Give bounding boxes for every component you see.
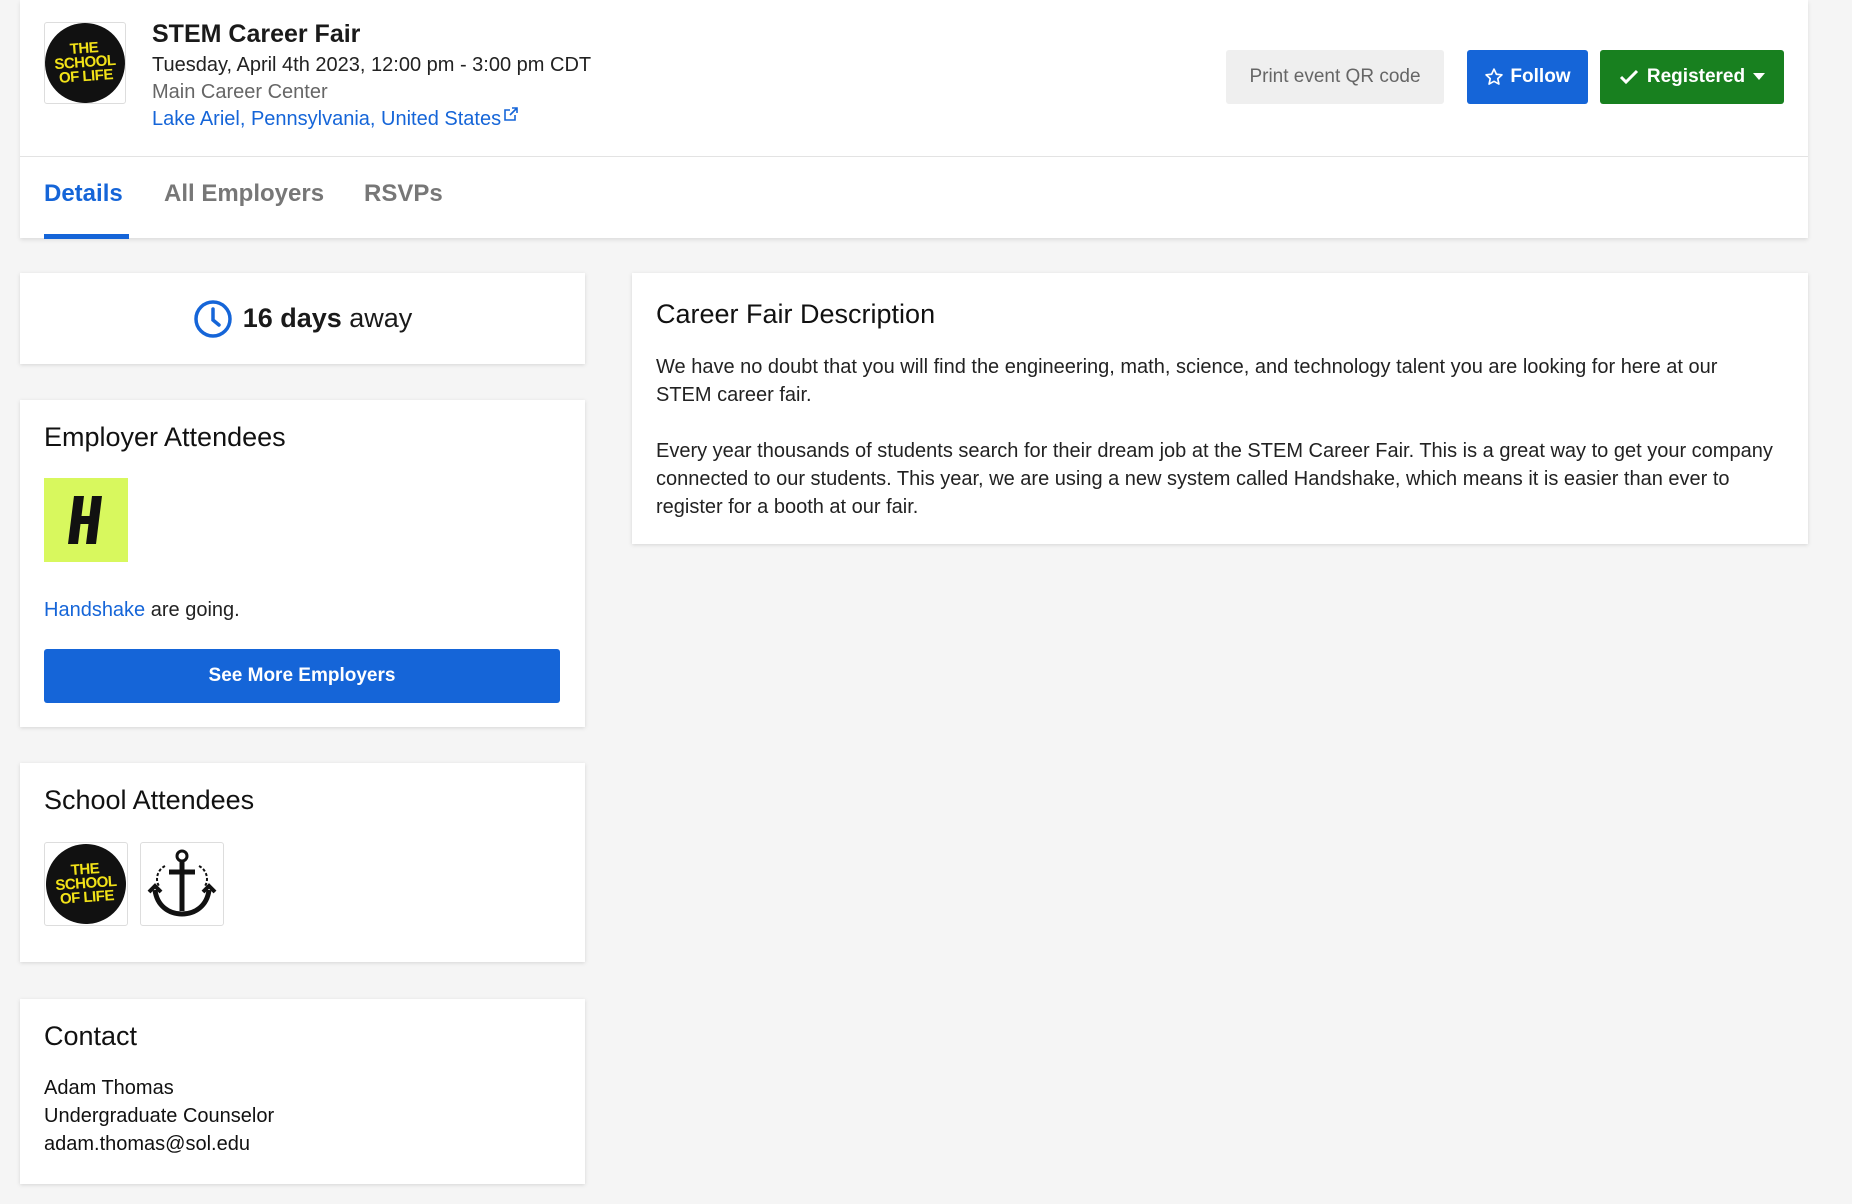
school-attendees-card: School Attendees THE SCHOOL OF LIFE xyxy=(20,763,585,962)
description-paragraph-1: We have no doubt that you will find the … xyxy=(656,356,1718,406)
description-heading: Career Fair Description xyxy=(656,299,936,329)
see-more-employers-button[interactable]: See More Employers xyxy=(44,649,560,703)
event-venue: Main Career Center xyxy=(152,81,328,103)
event-location-text: Lake Ariel, Pennsylvania, United States xyxy=(152,108,502,130)
description-paragraph-2: Every year thousands of students search … xyxy=(656,440,1773,518)
clock-icon xyxy=(193,299,232,338)
anchor-icon xyxy=(147,849,217,917)
countdown-card: 16 days away xyxy=(20,273,585,364)
school-attendees-heading: School Attendees xyxy=(44,785,255,815)
contact-heading: Contact xyxy=(44,1021,138,1051)
tab-rsvps[interactable]: RSVPs xyxy=(364,180,443,208)
logo-line: OF LIFE xyxy=(58,66,114,87)
header-divider xyxy=(20,156,1808,157)
registered-dropdown-button[interactable]: Registered xyxy=(1600,50,1784,104)
follow-button[interactable]: Follow xyxy=(1467,50,1588,104)
logo-line: OF LIFE xyxy=(59,887,115,908)
handshake-h-icon xyxy=(68,496,102,544)
going-suffix: are going. xyxy=(145,599,240,621)
active-tab-indicator xyxy=(44,234,129,239)
school-of-life-badge: THE SCHOOL OF LIFE xyxy=(43,841,129,927)
anchor-school-logo[interactable] xyxy=(140,842,224,926)
print-qr-button[interactable]: Print event QR code xyxy=(1226,50,1444,104)
school-of-life-logo[interactable]: THE SCHOOL OF LIFE xyxy=(43,841,129,927)
follow-label: Follow xyxy=(1510,66,1571,87)
countdown-value: 16 days xyxy=(242,303,342,333)
checkmark-icon xyxy=(1619,69,1638,85)
contact-card: Contact Adam Thomas Undergraduate Counse… xyxy=(20,999,585,1184)
external-link-icon xyxy=(504,107,518,121)
handshake-logo[interactable] xyxy=(44,478,128,562)
caret-down-icon xyxy=(1753,73,1766,80)
going-text: Handshake are going. xyxy=(44,599,240,622)
registered-label: Registered xyxy=(1646,66,1746,87)
event-header: THE SCHOOL OF LIFE STEM Career Fair Tues… xyxy=(20,0,1808,239)
countdown-suffix: away xyxy=(349,303,413,333)
contact-name: Adam Thomas xyxy=(44,1077,174,1099)
contact-role: Undergraduate Counselor xyxy=(44,1105,275,1127)
school-of-life-logo: THE SCHOOL OF LIFE xyxy=(42,20,128,106)
star-icon xyxy=(1485,68,1504,85)
employer-attendees-card: Employer Attendees Handshake are going. … xyxy=(20,400,585,727)
description-card: Career Fair Description We have no doubt… xyxy=(632,273,1808,544)
event-datetime: Tuesday, April 4th 2023, 12:00 pm - 3:00… xyxy=(152,54,592,76)
tab-details[interactable]: Details xyxy=(44,180,123,208)
handshake-employer-link[interactable]: Handshake xyxy=(44,599,145,621)
tab-all-employers[interactable]: All Employers xyxy=(164,180,324,208)
contact-email[interactable]: adam.thomas@sol.edu xyxy=(44,1133,250,1156)
school-logo: THE SCHOOL OF LIFE xyxy=(42,20,128,106)
event-location-link[interactable]: Lake Ariel, Pennsylvania, United States xyxy=(152,107,518,131)
employer-attendees-heading: Employer Attendees xyxy=(44,422,286,452)
event-title: STEM Career Fair xyxy=(152,20,361,48)
